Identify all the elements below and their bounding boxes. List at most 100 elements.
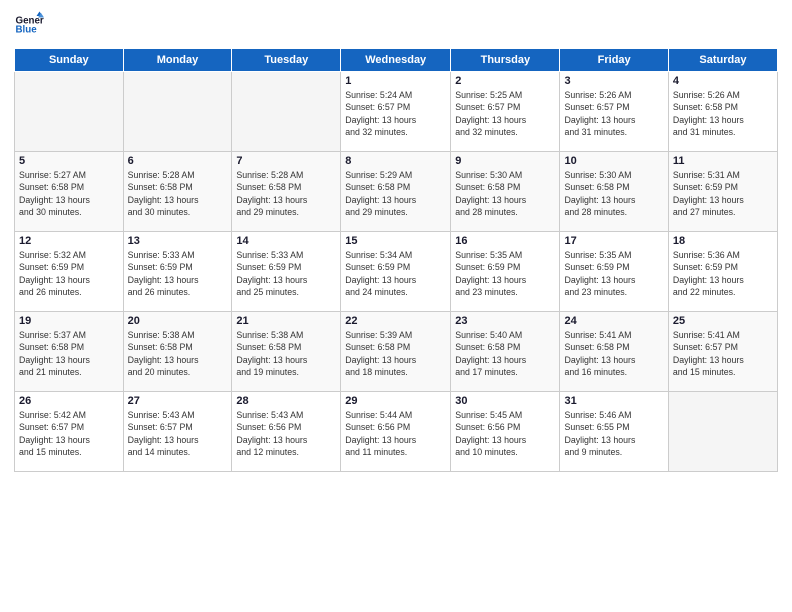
day-number: 21: [236, 315, 336, 327]
calendar-header-row: SundayMondayTuesdayWednesdayThursdayFrid…: [15, 49, 778, 72]
day-info: Sunrise: 5:37 AM Sunset: 6:58 PM Dayligh…: [19, 329, 119, 378]
day-number: 19: [19, 315, 119, 327]
day-number: 15: [345, 235, 446, 247]
calendar-cell: 9 Sunrise: 5:30 AM Sunset: 6:58 PM Daylig…: [451, 152, 560, 232]
day-info: Sunrise: 5:38 AM Sunset: 6:58 PM Dayligh…: [128, 329, 228, 378]
day-number: 8: [345, 155, 446, 167]
day-number: 26: [19, 395, 119, 407]
calendar-cell: 23 Sunrise: 5:40 AM Sunset: 6:58 PM Dayli…: [451, 312, 560, 392]
calendar-week-1: 1 Sunrise: 5:24 AM Sunset: 6:57 PM Daylig…: [15, 72, 778, 152]
calendar-cell: 11 Sunrise: 5:31 AM Sunset: 6:59 PM Dayli…: [668, 152, 777, 232]
day-number: 27: [128, 395, 228, 407]
day-info: Sunrise: 5:29 AM Sunset: 6:58 PM Dayligh…: [345, 169, 446, 218]
calendar-cell: [123, 72, 232, 152]
day-number: 14: [236, 235, 336, 247]
logo-icon: General Blue: [14, 10, 44, 40]
calendar-cell: 30Sunrise: 5:45 AM Sunset: 6:56 PM Dayli…: [451, 392, 560, 472]
col-header-friday: Friday: [560, 49, 668, 72]
calendar-cell: 27 Sunrise: 5:43 AM Sunset: 6:57 PM Dayli…: [123, 392, 232, 472]
day-number: 2: [455, 75, 555, 87]
calendar-cell: 25 Sunrise: 5:41 AM Sunset: 6:57 PM Dayli…: [668, 312, 777, 392]
day-number: 1: [345, 75, 446, 87]
calendar-cell: 28 Sunrise: 5:43 AM Sunset: 6:56 PM Dayli…: [232, 392, 341, 472]
day-number: 6: [128, 155, 228, 167]
calendar-cell: 14 Sunrise: 5:33 AM Sunset: 6:59 PM Dayli…: [232, 232, 341, 312]
calendar-week-3: 12 Sunrise: 5:32 AM Sunset: 6:59 PM Dayli…: [15, 232, 778, 312]
day-info: Sunrise: 5:43 AM Sunset: 6:57 PM Dayligh…: [128, 409, 228, 458]
day-info: Sunrise: 5:42 AM Sunset: 6:57 PM Dayligh…: [19, 409, 119, 458]
day-info: Sunrise: 5:30 AM Sunset: 6:58 PM Dayligh…: [455, 169, 555, 218]
calendar-cell: 13Sunrise: 5:33 AM Sunset: 6:59 PM Dayli…: [123, 232, 232, 312]
calendar-cell: 29Sunrise: 5:44 AM Sunset: 6:56 PM Dayli…: [341, 392, 451, 472]
calendar-cell: 22 Sunrise: 5:39 AM Sunset: 6:58 PM Dayli…: [341, 312, 451, 392]
day-number: 10: [564, 155, 663, 167]
col-header-thursday: Thursday: [451, 49, 560, 72]
day-info: Sunrise: 5:41 AM Sunset: 6:58 PM Dayligh…: [564, 329, 663, 378]
day-info: Sunrise: 5:41 AM Sunset: 6:57 PM Dayligh…: [673, 329, 773, 378]
day-info: Sunrise: 5:38 AM Sunset: 6:58 PM Dayligh…: [236, 329, 336, 378]
calendar-cell: 2 Sunrise: 5:25 AM Sunset: 6:57 PM Daylig…: [451, 72, 560, 152]
calendar-cell: [668, 392, 777, 472]
day-info: Sunrise: 5:39 AM Sunset: 6:58 PM Dayligh…: [345, 329, 446, 378]
header: General Blue: [14, 10, 778, 40]
day-number: 16: [455, 235, 555, 247]
calendar-cell: 7 Sunrise: 5:28 AM Sunset: 6:58 PM Daylig…: [232, 152, 341, 232]
day-info: Sunrise: 5:44 AM Sunset: 6:56 PM Dayligh…: [345, 409, 446, 458]
day-number: 17: [564, 235, 663, 247]
calendar-cell: 12 Sunrise: 5:32 AM Sunset: 6:59 PM Dayli…: [15, 232, 124, 312]
svg-text:Blue: Blue: [16, 25, 38, 36]
day-number: 24: [564, 315, 663, 327]
calendar-cell: 1 Sunrise: 5:24 AM Sunset: 6:57 PM Daylig…: [341, 72, 451, 152]
day-info: Sunrise: 5:33 AM Sunset: 6:59 PM Dayligh…: [128, 249, 228, 298]
day-number: 31: [564, 395, 663, 407]
day-number: 11: [673, 155, 773, 167]
day-info: Sunrise: 5:25 AM Sunset: 6:57 PM Dayligh…: [455, 89, 555, 138]
day-number: 12: [19, 235, 119, 247]
calendar-cell: 3Sunrise: 5:26 AM Sunset: 6:57 PM Daylig…: [560, 72, 668, 152]
day-info: Sunrise: 5:36 AM Sunset: 6:59 PM Dayligh…: [673, 249, 773, 298]
day-number: 5: [19, 155, 119, 167]
day-number: 18: [673, 235, 773, 247]
calendar-cell: 5 Sunrise: 5:27 AM Sunset: 6:58 PM Daylig…: [15, 152, 124, 232]
calendar-cell: [15, 72, 124, 152]
day-info: Sunrise: 5:33 AM Sunset: 6:59 PM Dayligh…: [236, 249, 336, 298]
day-info: Sunrise: 5:28 AM Sunset: 6:58 PM Dayligh…: [128, 169, 228, 218]
calendar-cell: [232, 72, 341, 152]
day-info: Sunrise: 5:40 AM Sunset: 6:58 PM Dayligh…: [455, 329, 555, 378]
day-info: Sunrise: 5:31 AM Sunset: 6:59 PM Dayligh…: [673, 169, 773, 218]
calendar-cell: 6 Sunrise: 5:28 AM Sunset: 6:58 PM Daylig…: [123, 152, 232, 232]
day-info: Sunrise: 5:26 AM Sunset: 6:58 PM Dayligh…: [673, 89, 773, 138]
calendar-cell: 18 Sunrise: 5:36 AM Sunset: 6:59 PM Dayli…: [668, 232, 777, 312]
day-info: Sunrise: 5:28 AM Sunset: 6:58 PM Dayligh…: [236, 169, 336, 218]
day-number: 25: [673, 315, 773, 327]
day-number: 9: [455, 155, 555, 167]
day-info: Sunrise: 5:30 AM Sunset: 6:58 PM Dayligh…: [564, 169, 663, 218]
day-info: Sunrise: 5:24 AM Sunset: 6:57 PM Dayligh…: [345, 89, 446, 138]
calendar-cell: 26 Sunrise: 5:42 AM Sunset: 6:57 PM Dayli…: [15, 392, 124, 472]
calendar-week-2: 5 Sunrise: 5:27 AM Sunset: 6:58 PM Daylig…: [15, 152, 778, 232]
day-number: 7: [236, 155, 336, 167]
day-number: 22: [345, 315, 446, 327]
calendar-cell: 19 Sunrise: 5:37 AM Sunset: 6:58 PM Dayli…: [15, 312, 124, 392]
day-number: 30: [455, 395, 555, 407]
day-number: 3: [564, 75, 663, 87]
day-number: 23: [455, 315, 555, 327]
day-number: 4: [673, 75, 773, 87]
day-info: Sunrise: 5:34 AM Sunset: 6:59 PM Dayligh…: [345, 249, 446, 298]
calendar-cell: 10 Sunrise: 5:30 AM Sunset: 6:58 PM Dayli…: [560, 152, 668, 232]
col-header-wednesday: Wednesday: [341, 49, 451, 72]
col-header-saturday: Saturday: [668, 49, 777, 72]
day-info: Sunrise: 5:35 AM Sunset: 6:59 PM Dayligh…: [564, 249, 663, 298]
day-info: Sunrise: 5:35 AM Sunset: 6:59 PM Dayligh…: [455, 249, 555, 298]
day-info: Sunrise: 5:32 AM Sunset: 6:59 PM Dayligh…: [19, 249, 119, 298]
day-info: Sunrise: 5:27 AM Sunset: 6:58 PM Dayligh…: [19, 169, 119, 218]
calendar-cell: 20Sunrise: 5:38 AM Sunset: 6:58 PM Dayli…: [123, 312, 232, 392]
calendar-cell: 31 Sunrise: 5:46 AM Sunset: 6:55 PM Dayli…: [560, 392, 668, 472]
calendar-cell: 16 Sunrise: 5:35 AM Sunset: 6:59 PM Dayli…: [451, 232, 560, 312]
col-header-sunday: Sunday: [15, 49, 124, 72]
calendar-week-4: 19 Sunrise: 5:37 AM Sunset: 6:58 PM Dayli…: [15, 312, 778, 392]
day-info: Sunrise: 5:46 AM Sunset: 6:55 PM Dayligh…: [564, 409, 663, 458]
day-number: 28: [236, 395, 336, 407]
day-info: Sunrise: 5:43 AM Sunset: 6:56 PM Dayligh…: [236, 409, 336, 458]
calendar: SundayMondayTuesdayWednesdayThursdayFrid…: [14, 48, 778, 472]
